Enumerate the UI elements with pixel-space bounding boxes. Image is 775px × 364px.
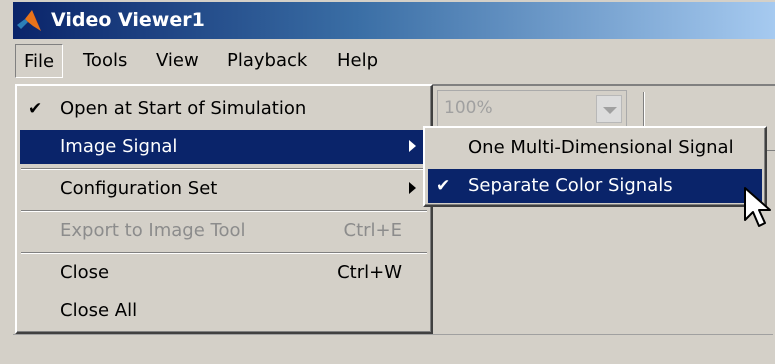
zoom-dropdown[interactable]: 100% (437, 90, 627, 128)
menu-view[interactable]: View (148, 44, 207, 78)
submenu-arrow-icon (409, 182, 416, 194)
menu-item-export-to-image-tool: Export to Image Tool Ctrl+E (20, 214, 428, 248)
menu-item-label: Separate Color Signals (468, 175, 673, 196)
checkmark-icon: ✔ (436, 176, 451, 196)
toolbar-separator (643, 92, 645, 128)
menu-item-label: Export to Image Tool (60, 220, 246, 241)
menu-item-separate-color-signals[interactable]: ✔ Separate Color Signals (428, 169, 762, 203)
menu-item-image-signal[interactable]: Image Signal (20, 130, 428, 164)
menu-bar: File Tools View Playback Help (13, 40, 775, 82)
file-menu: ✔ Open at Start of Simulation Image Sign… (15, 84, 433, 334)
menu-item-shortcut: Ctrl+W (337, 262, 402, 283)
menu-separator (21, 168, 427, 170)
zoom-value: 100% (444, 98, 493, 118)
mouse-pointer-icon (744, 187, 771, 227)
checkmark-icon: ✔ (28, 99, 43, 119)
image-signal-submenu: One Multi-Dimensional Signal ✔ Separate … (423, 126, 767, 207)
menu-item-one-multi-dimensional-signal[interactable]: One Multi-Dimensional Signal (428, 131, 762, 165)
menu-separator (21, 252, 427, 254)
bottom-divider (13, 334, 773, 335)
menu-item-open-at-start[interactable]: ✔ Open at Start of Simulation (20, 92, 428, 126)
window-title: Video Viewer1 (51, 9, 205, 31)
menu-item-label: Open at Start of Simulation (60, 98, 307, 119)
menu-file[interactable]: File (15, 44, 64, 78)
menu-item-label: Configuration Set (60, 178, 218, 199)
menu-item-configuration-set[interactable]: Configuration Set (20, 172, 428, 206)
menu-item-close-all[interactable]: Close All (20, 294, 428, 328)
title-bar[interactable]: Video Viewer1 (13, 2, 775, 39)
menu-playback[interactable]: Playback (219, 44, 315, 78)
menu-help[interactable]: Help (329, 44, 386, 78)
submenu-arrow-icon (409, 140, 416, 152)
dropdown-arrow-icon[interactable] (596, 95, 622, 123)
menu-item-label: Close (60, 262, 110, 283)
video-viewer-window: Video Viewer1 File Tools View Playback H… (0, 0, 775, 364)
menu-item-shortcut: Ctrl+E (343, 220, 402, 241)
menu-item-label: One Multi-Dimensional Signal (468, 137, 734, 158)
menu-tools[interactable]: Tools (75, 44, 135, 78)
menu-item-close[interactable]: Close Ctrl+W (20, 256, 428, 290)
matlab-logo-icon (17, 10, 41, 31)
menu-item-label: Close All (60, 300, 138, 321)
menu-item-label: Image Signal (60, 136, 178, 157)
menu-separator (21, 210, 427, 212)
